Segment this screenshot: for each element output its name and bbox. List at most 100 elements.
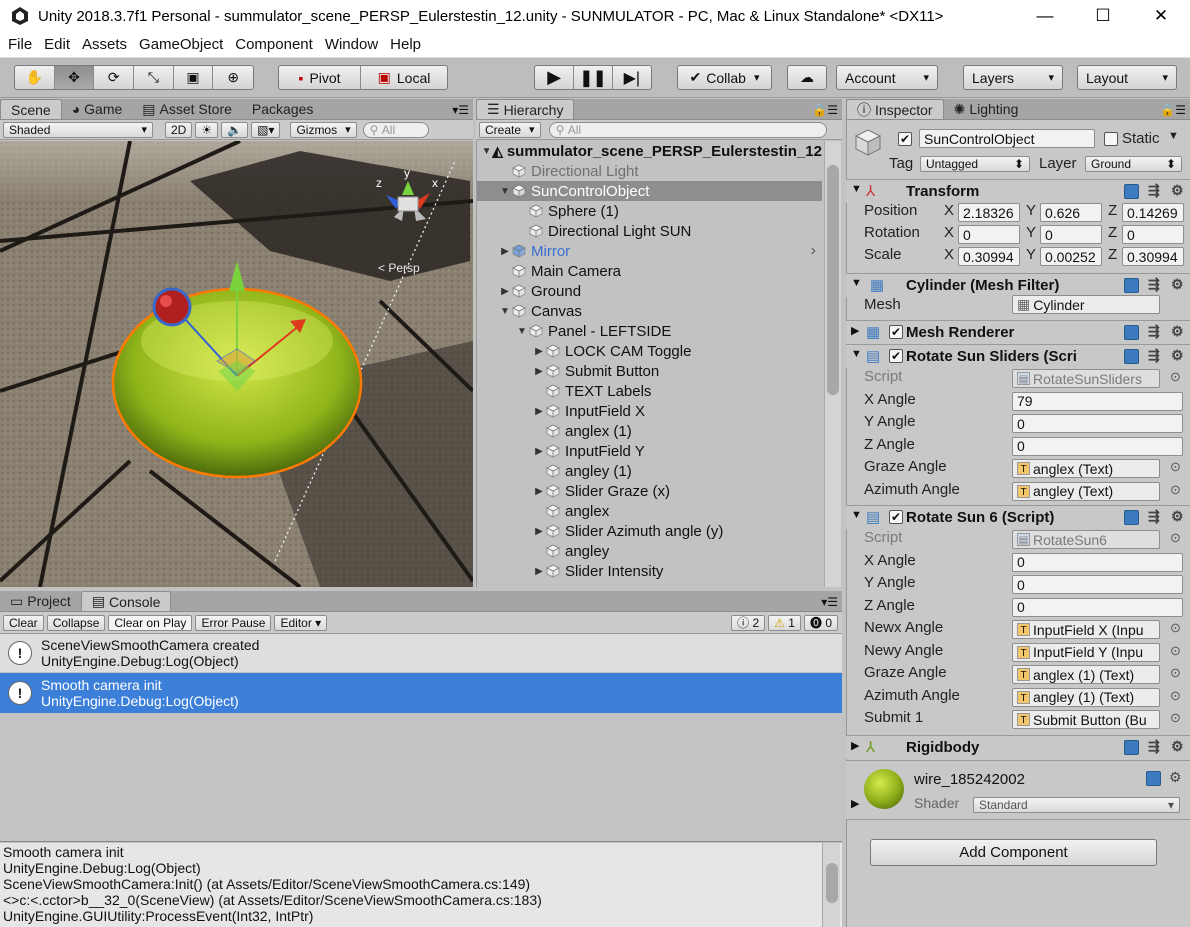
clear-button[interactable]: Clear (3, 614, 44, 631)
menu-help[interactable]: Help (382, 36, 425, 53)
object-picker-icon[interactable]: ⊙ (1170, 482, 1181, 498)
tab-lighting[interactable]: ✺ Lighting (944, 99, 1029, 119)
prefab-open-chevron-icon[interactable]: › (811, 242, 816, 260)
transform-scale-x-input[interactable]: 0.30994 (958, 247, 1020, 266)
hierarchy-item[interactable]: ▼ SunControlObject (477, 181, 822, 201)
preset-icon[interactable]: ⇶ (1148, 738, 1160, 755)
log-entry-selected[interactable]: ! Smooth camera init UnityEngine.Debug:L… (0, 673, 842, 713)
hierarchy-search-input[interactable]: ⚲ All (548, 121, 827, 138)
error-count-toggle[interactable]: ⓿ 0 (803, 614, 838, 631)
hierarchy-item[interactable]: ▼ Canvas (477, 301, 822, 321)
local-button[interactable]: ▣ Local (361, 66, 447, 89)
tab-packages[interactable]: Packages (242, 99, 323, 119)
foldout-arrow-icon[interactable]: ▶ (851, 797, 859, 810)
detail-scrollbar[interactable] (822, 843, 840, 927)
sliders-field-input[interactable]: 79 (1012, 391, 1183, 411)
object-picker-icon[interactable]: ⊙ (1170, 665, 1181, 681)
play-icon[interactable]: ▶ (535, 66, 575, 89)
hierarchy-item[interactable]: ▶ Mirror › (477, 241, 822, 261)
hierarchy-item[interactable]: ▶ Slider Graze (x) (477, 481, 822, 501)
tab-scene[interactable]: Scene (0, 99, 62, 119)
expand-arrow-icon[interactable]: ▶ (532, 446, 546, 457)
hierarchy-item[interactable]: ▼ Panel - LEFTSIDE (477, 321, 822, 341)
close-button[interactable]: ✕ (1132, 0, 1190, 32)
maximize-button[interactable]: ☐ (1074, 0, 1132, 32)
gear-icon[interactable]: ⚙ (1171, 508, 1184, 525)
component-enabled-checkbox[interactable]: ✔ (889, 325, 903, 339)
help-icon[interactable] (1124, 510, 1139, 525)
foldout-arrow-icon[interactable]: ▶ (851, 324, 859, 337)
collab-dropdown[interactable]: ✔ Collab (677, 65, 772, 90)
transform-scale-y-input[interactable]: 0.00252 (1040, 247, 1102, 266)
gear-icon[interactable]: ⚙ (1171, 347, 1184, 364)
expand-arrow-icon[interactable]: ▶ (498, 286, 512, 297)
shading-mode-dropdown[interactable]: Shaded (3, 121, 153, 138)
hierarchy-item[interactable]: anglex (477, 501, 822, 521)
sun6-field-object[interactable]: T InputField Y (Inpu (1012, 642, 1160, 662)
scene-viewport[interactable]: y x z < Persp (0, 141, 473, 587)
pause-icon[interactable]: ❚❚ (574, 66, 613, 89)
object-picker-icon[interactable]: ⊙ (1170, 643, 1181, 659)
panel-menu-icon[interactable]: ▾☰ (448, 103, 473, 119)
error-pause-button[interactable]: Error Pause (195, 614, 272, 631)
sliders-field-object[interactable]: Tanglex (Text) (1012, 459, 1160, 478)
help-icon[interactable] (1146, 771, 1161, 786)
hand-tool-icon[interactable]: ✋ (15, 66, 55, 89)
gear-icon[interactable]: ⚙ (1169, 769, 1182, 786)
detail-scroll-thumb[interactable] (826, 863, 838, 903)
rigidbody-component-header[interactable]: ▶ ⅄ Rigidbody ⇶ ⚙ (846, 735, 1190, 759)
rotate-tool-icon[interactable]: ⟳ (94, 66, 135, 89)
layers-dropdown[interactable]: Layers (963, 65, 1063, 90)
menu-file[interactable]: File (0, 36, 36, 53)
static-dropdown-icon[interactable]: ▼ (1168, 130, 1179, 142)
hierarchy-item[interactable]: ▶ LOCK CAM Toggle (477, 341, 822, 361)
expand-arrow-icon[interactable]: ▶ (532, 346, 546, 357)
sliders-field-input[interactable]: 0 (1012, 414, 1183, 433)
expand-arrow-icon[interactable]: ▶ (532, 486, 546, 497)
expand-arrow-icon[interactable]: ▶ (532, 526, 546, 537)
hierarchy-item[interactable]: ▶ Ground (477, 281, 822, 301)
preset-icon[interactable]: ⇶ (1148, 182, 1160, 199)
mesh-field[interactable]: ▦ Cylinder (1012, 295, 1160, 314)
object-picker-icon[interactable]: ⊙ (1170, 710, 1181, 726)
gear-icon[interactable]: ⚙ (1171, 182, 1184, 199)
tab-asset-store[interactable]: ▤ Asset Store (132, 99, 242, 119)
expand-arrow-icon[interactable]: ▼ (498, 186, 512, 197)
hierarchy-item[interactable]: ▶ InputField X (477, 401, 822, 421)
sun6-field-input[interactable]: 0 (1012, 597, 1183, 617)
expand-arrow-icon[interactable]: ▶ (532, 566, 546, 577)
rect-tool-icon[interactable]: ▣ (174, 66, 214, 89)
help-icon[interactable] (1124, 740, 1139, 755)
panel-menu-icon[interactable]: ▾☰ (817, 595, 842, 611)
foldout-arrow-icon[interactable]: ▼ (851, 183, 862, 195)
clear-on-play-button[interactable]: Clear on Play (108, 614, 193, 631)
menu-assets[interactable]: Assets (74, 36, 131, 53)
layer-dropdown[interactable]: Ground ⬍ (1085, 156, 1182, 172)
hierarchy-item[interactable]: Main Camera (477, 261, 822, 281)
info-count-toggle[interactable]: ⓘ 2 (731, 614, 766, 631)
2d-toggle[interactable]: 2D (165, 121, 193, 138)
preset-icon[interactable]: ⇶ (1148, 347, 1160, 364)
component-enabled-checkbox[interactable]: ✔ (889, 510, 903, 524)
gear-icon[interactable]: ⚙ (1171, 323, 1184, 340)
hierarchy-item[interactable]: angley (1) (477, 461, 822, 481)
persp-label[interactable]: < Persp (378, 261, 420, 275)
tab-game[interactable]: ◕ Game (62, 99, 133, 119)
log-entry[interactable]: ! SceneViewSmoothCamera created UnityEng… (0, 634, 842, 672)
preset-icon[interactable]: ⇶ (1148, 508, 1160, 525)
foldout-arrow-icon[interactable]: ▼ (851, 277, 862, 289)
hierarchy-item[interactable]: Directional Light SUN (477, 221, 822, 241)
scale-tool-icon[interactable]: ⤡ (134, 66, 174, 89)
sun6-field-object[interactable]: T InputField X (Inpu (1012, 620, 1160, 639)
foldout-arrow-icon[interactable]: ▶ (851, 739, 859, 752)
lock-icon[interactable]: 🔒☰ (1156, 103, 1190, 119)
help-icon[interactable] (1124, 278, 1139, 293)
hierarchy-item[interactable]: angley (477, 541, 822, 561)
gear-icon[interactable]: ⚙ (1171, 276, 1184, 293)
object-picker-icon[interactable]: ⊙ (1170, 620, 1181, 636)
tag-dropdown[interactable]: Untagged ⬍ (920, 156, 1030, 172)
warning-count-toggle[interactable]: ⚠ 1 (768, 614, 801, 631)
rotate-sun-6-component-header[interactable]: ▼ ▤ ✔ Rotate Sun 6 (Script) ⇶ ⚙ (846, 505, 1190, 529)
collapse-button[interactable]: Collapse (46, 614, 106, 631)
sun6-field-object[interactable]: Tanglex (1) (Text) (1012, 665, 1160, 684)
